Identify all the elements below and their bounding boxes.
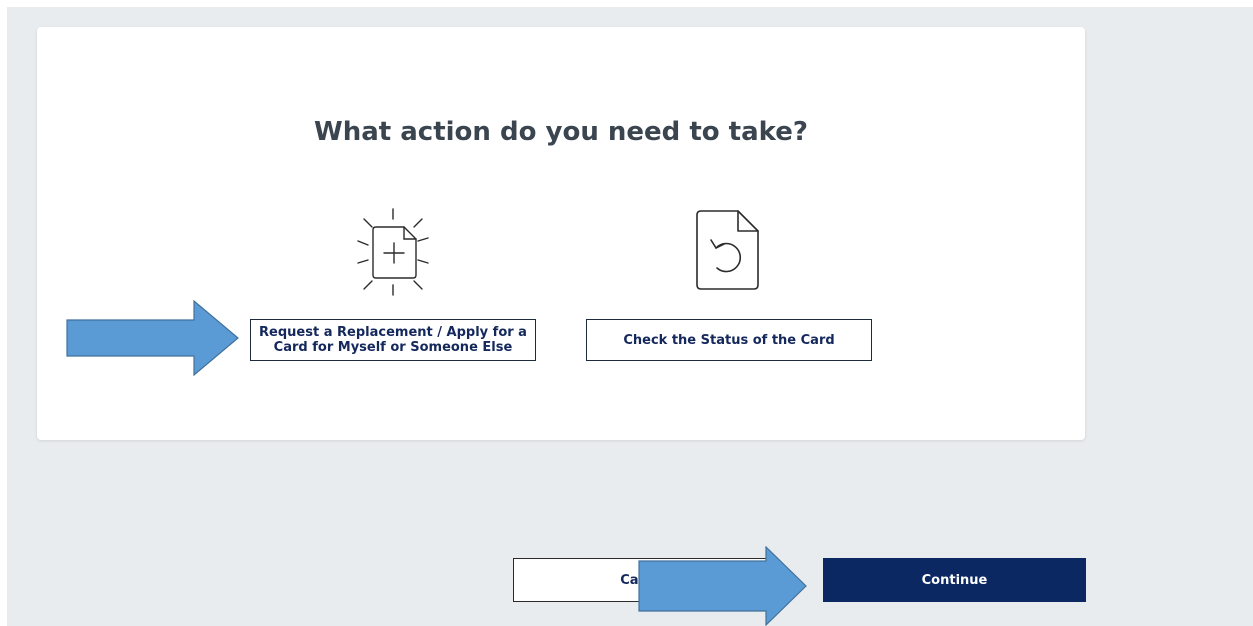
continue-button[interactable]: Continue — [823, 558, 1086, 602]
request-replacement-label: Request a Replacement / Apply for a Card… — [259, 325, 527, 355]
action-selection-card: What action do you need to take? — [37, 27, 1085, 440]
document-refresh-icon — [696, 210, 759, 290]
check-status-label: Check the Status of the Card — [623, 332, 835, 348]
new-document-icon — [357, 208, 429, 296]
annotation-arrow-left — [66, 300, 239, 376]
page-title: What action do you need to take? — [314, 117, 808, 147]
check-status-button[interactable]: Check the Status of the Card — [586, 319, 872, 361]
request-replacement-button[interactable]: Request a Replacement / Apply for a Card… — [250, 319, 536, 361]
annotation-arrow-bottom — [638, 546, 807, 626]
